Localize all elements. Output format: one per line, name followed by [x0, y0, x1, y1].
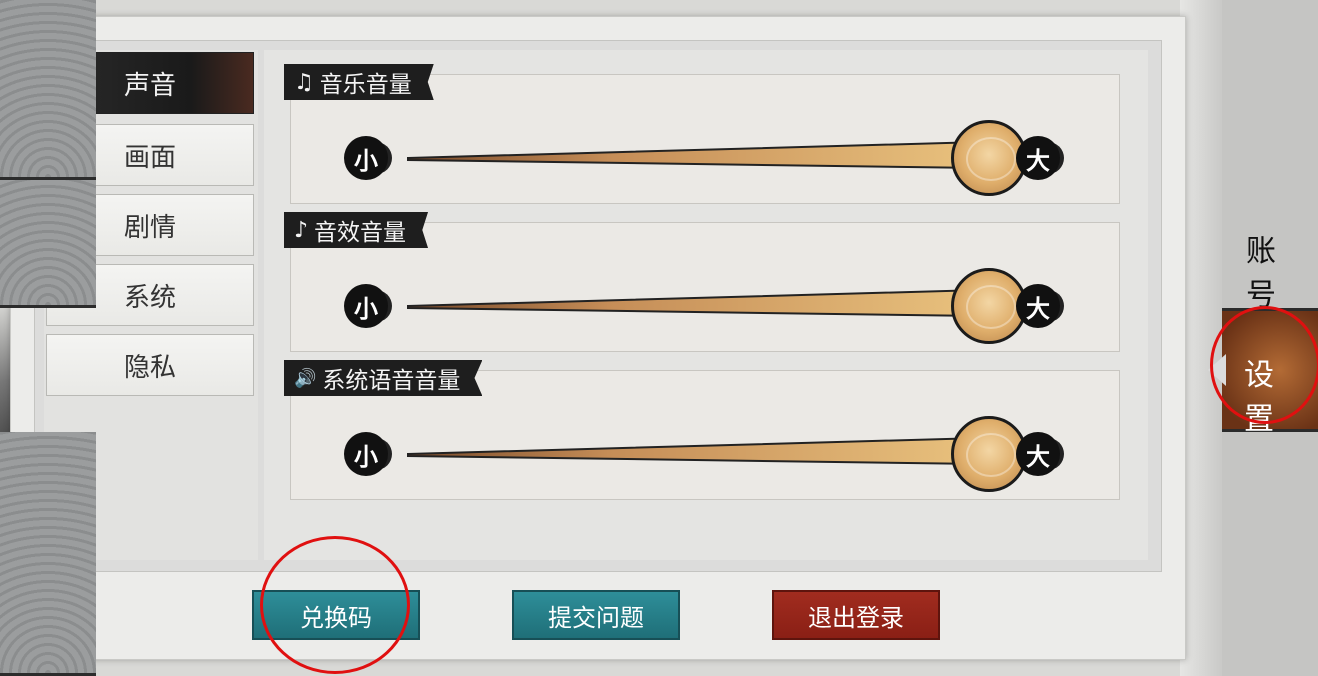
tab-system-label: 系统	[123, 282, 176, 313]
side-nav-bottom-decor	[0, 432, 96, 676]
single-note-icon: ♪	[294, 217, 309, 243]
min-label: 小	[344, 432, 388, 476]
music-note-icon: ♫	[294, 69, 314, 95]
side-nav-account[interactable]	[0, 180, 96, 308]
side-nav-top-decor	[0, 0, 96, 180]
voice-volume-label: 系统语音音量	[322, 368, 461, 394]
logout-label: 退出登录	[808, 603, 904, 632]
slider-fill-wedge	[407, 288, 982, 318]
max-label: 大	[1016, 432, 1060, 476]
sfx-volume-label: 音效音量	[314, 220, 407, 246]
tab-privacy-label: 隐私	[123, 352, 176, 383]
voice-volume-row: 🔊 系统语音音量 小 大	[284, 360, 1120, 500]
sfx-volume-row: ♪ 音效音量 小 大	[284, 212, 1120, 352]
active-indicator-arrow-icon	[1208, 354, 1226, 386]
max-label: 大	[1016, 136, 1060, 180]
voice-volume-title: 🔊 系统语音音量	[284, 360, 483, 396]
slider-fill-wedge	[407, 140, 982, 170]
tab-story-label: 剧情	[123, 212, 176, 243]
min-label: 小	[344, 284, 388, 328]
min-label: 小	[344, 136, 388, 180]
slider-fill	[407, 436, 982, 466]
side-nav-settings-label: 设置	[1244, 358, 1282, 437]
logout-button[interactable]: 退出登录	[772, 590, 940, 640]
sfx-volume-title: ♪ 音效音量	[284, 212, 429, 248]
tab-sound-label: 声音	[123, 70, 176, 101]
music-volume-label: 音乐音量	[319, 72, 412, 98]
tab-privacy[interactable]: 隐私	[46, 334, 254, 396]
music-volume-title: ♫ 音乐音量	[284, 64, 434, 100]
max-label: 大	[1016, 284, 1060, 328]
submit-feedback-button[interactable]: 提交问题	[512, 590, 680, 640]
redeem-code-label: 兑换码	[300, 603, 372, 632]
music-volume-row: ♫ 音乐音量 小 大	[284, 64, 1120, 204]
speaker-icon: 🔊	[294, 367, 317, 389]
submit-feedback-label: 提交问题	[548, 603, 644, 632]
redeem-code-button[interactable]: 兑换码	[252, 590, 420, 640]
slider-fill	[407, 288, 982, 318]
slider-fill-wedge	[407, 436, 982, 466]
slider-fill	[407, 140, 982, 170]
tab-graphics-label: 画面	[123, 142, 176, 173]
side-nav-account-label: 账号	[1246, 234, 1284, 313]
